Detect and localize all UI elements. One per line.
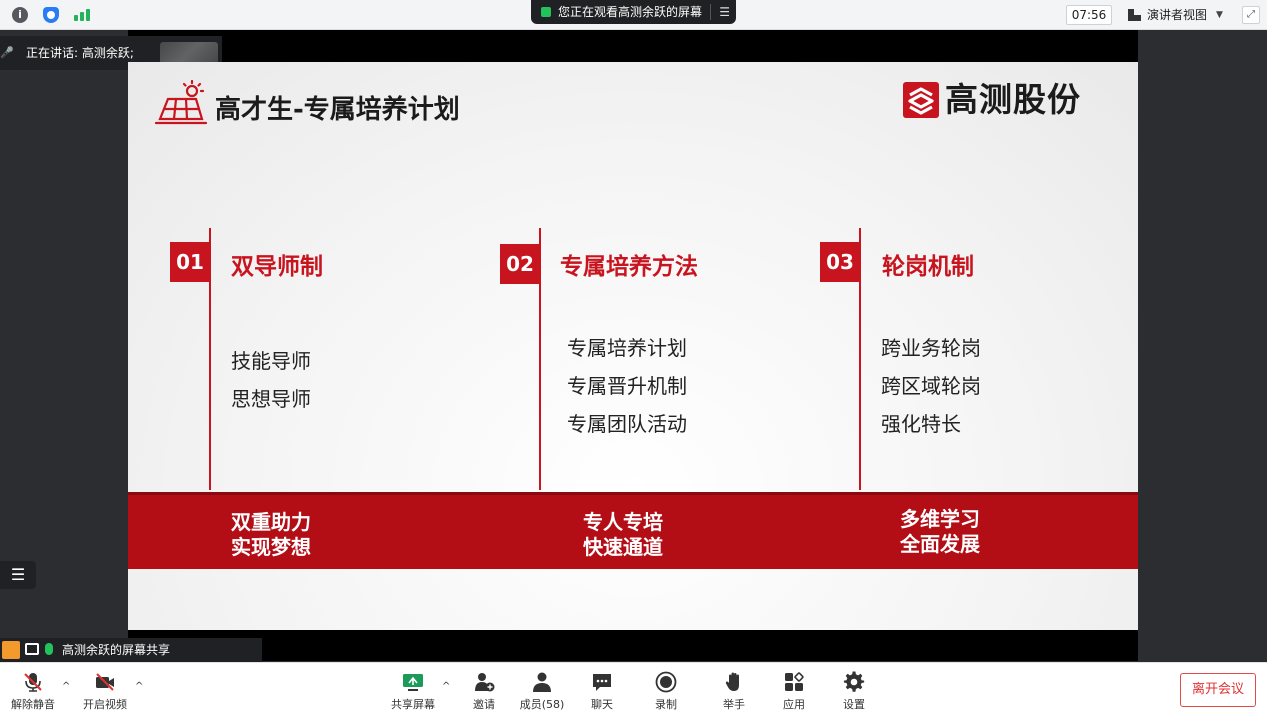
slogan-2-line2: 快速通道 — [583, 535, 663, 559]
share-options-caret-icon[interactable]: ^ — [442, 681, 450, 692]
chat-button[interactable]: 聊天 — [580, 663, 624, 713]
record-label: 录制 — [655, 698, 677, 711]
security-shield-icon[interactable] — [43, 7, 59, 23]
bottom-toolbar: 解除静音 ^ 开启视频 ^ 共享屏幕 ^ 邀请 成员(58) 聊天 录制 举手 … — [0, 662, 1267, 713]
section-3-item: 跨业务轮岗 — [881, 336, 981, 360]
section-number-3: 03 — [820, 242, 860, 282]
chat-icon — [593, 674, 611, 691]
record-icon — [655, 671, 677, 693]
list-icon[interactable]: ☰ — [0, 561, 36, 589]
view-mode-label: 演讲者视图 — [1147, 8, 1208, 22]
share-banner-text: 您正在观看高测余跃的屏幕 — [558, 5, 703, 19]
company-logo-icon — [903, 82, 939, 118]
video-options-caret-icon[interactable]: ^ — [135, 681, 143, 692]
record-button[interactable]: 录制 — [644, 663, 688, 713]
slide-title: 高才生-专属培养计划 — [215, 95, 460, 125]
audio-options-caret-icon[interactable]: ^ — [62, 681, 70, 692]
meeting-window: i 您正在观看高测余跃的屏幕 ☰ 07:56 演讲者视图 ▼ ⤢ 🎤 正在讲话:… — [0, 0, 1267, 713]
section-number-2: 02 — [500, 244, 540, 284]
info-icon[interactable]: i — [12, 7, 28, 23]
slogan-banner: 双重助力 实现梦想 专人专培 快速通道 多维学习 全面发展 — [128, 492, 1138, 569]
slogan-3-line1: 多维学习 — [900, 507, 980, 531]
section-2-item: 专属团队活动 — [567, 412, 687, 436]
invite-label: 邀请 — [473, 698, 495, 711]
start-video-label: 开启视频 — [83, 698, 127, 711]
members-icon — [533, 672, 551, 692]
mic-muted-icon — [24, 673, 42, 692]
section-title-3: 轮岗机制 — [882, 254, 974, 280]
apps-icon — [785, 672, 804, 691]
apps-label: 应用 — [783, 698, 805, 711]
slogan-2-line1: 专人专培 — [583, 510, 663, 534]
start-video-button[interactable]: 开启视频 — [80, 663, 130, 713]
chevron-down-icon: ▼ — [1216, 10, 1223, 20]
invite-button[interactable]: 邀请 — [462, 663, 506, 713]
slogan-2: 专人专培 快速通道 — [583, 510, 663, 560]
solar-panel-icon — [154, 79, 208, 125]
gear-icon — [843, 671, 865, 692]
network-signal-icon[interactable] — [73, 7, 91, 23]
mic-icon — [45, 643, 53, 655]
section-2-item: 专属晋升机制 — [567, 374, 687, 398]
top-bar: i 您正在观看高测余跃的屏幕 ☰ 07:56 演讲者视图 ▼ ⤢ — [0, 0, 1267, 30]
sharing-indicator-icon — [541, 7, 551, 17]
presentation-slide: 高才生-专属培养计划 高测股份 01 双导师制 技能导师 思想导师 02 专属培… — [128, 62, 1138, 630]
share-screen-label: 共享屏幕 — [391, 698, 435, 711]
apps-button[interactable]: 应用 — [772, 663, 816, 713]
section-2-item: 专属培养计划 — [567, 336, 687, 360]
unmute-label: 解除静音 — [11, 698, 55, 711]
section-title-2: 专属培养方法 — [560, 254, 698, 280]
slogan-1-line1: 双重助力 — [231, 510, 311, 534]
slogan-3-line2: 全面发展 — [900, 532, 980, 556]
section-3-item: 强化特长 — [881, 412, 961, 436]
raise-hand-button[interactable]: 举手 — [712, 663, 756, 713]
leave-meeting-button[interactable]: 离开会议 — [1180, 673, 1256, 707]
members-button[interactable]: 成员(58) — [516, 663, 568, 713]
slogan-1-line2: 实现梦想 — [231, 535, 311, 559]
share-screen-button[interactable]: 共享屏幕 — [388, 663, 438, 713]
section-1-item: 思想导师 — [231, 387, 311, 411]
mic-icon: 🎤 — [0, 46, 14, 59]
hand-icon — [725, 672, 739, 691]
speaking-label: 正在讲话: 高测余跃; — [26, 46, 134, 60]
meeting-clock: 07:56 — [1066, 5, 1112, 25]
speaker-avatar — [160, 42, 218, 64]
screen-share-icon — [25, 643, 39, 655]
share-menu-icon[interactable]: ☰ — [710, 4, 730, 20]
company-name: 高测股份 — [945, 80, 1081, 119]
fullscreen-icon[interactable]: ⤢ — [1242, 6, 1260, 24]
chat-label: 聊天 — [591, 698, 613, 711]
person-icon — [2, 641, 20, 659]
sharer-name: 高测余跃的屏幕共享 — [62, 643, 171, 657]
view-mode-dropdown[interactable]: 演讲者视图 ▼ — [1124, 5, 1234, 25]
section-3-item: 跨区域轮岗 — [881, 374, 981, 398]
raise-hand-label: 举手 — [723, 698, 745, 711]
settings-label: 设置 — [843, 698, 865, 711]
layout-icon — [1128, 9, 1141, 21]
camera-off-icon — [96, 673, 114, 691]
share-screen-icon — [403, 674, 423, 691]
members-label: 成员(58) — [519, 698, 565, 711]
add-user-icon — [475, 673, 495, 692]
section-number-1: 01 — [170, 242, 210, 282]
slogan-3: 多维学习 全面发展 — [900, 507, 980, 557]
slogan-1: 双重助力 实现梦想 — [231, 510, 311, 560]
settings-button[interactable]: 设置 — [832, 663, 876, 713]
unmute-button[interactable]: 解除静音 — [8, 663, 58, 713]
screen-share-banner: 您正在观看高测余跃的屏幕 ☰ — [531, 0, 736, 24]
sharer-label: 高测余跃的屏幕共享 — [0, 638, 262, 662]
section-1-item: 技能导师 — [231, 349, 311, 373]
section-title-1: 双导师制 — [231, 254, 323, 280]
